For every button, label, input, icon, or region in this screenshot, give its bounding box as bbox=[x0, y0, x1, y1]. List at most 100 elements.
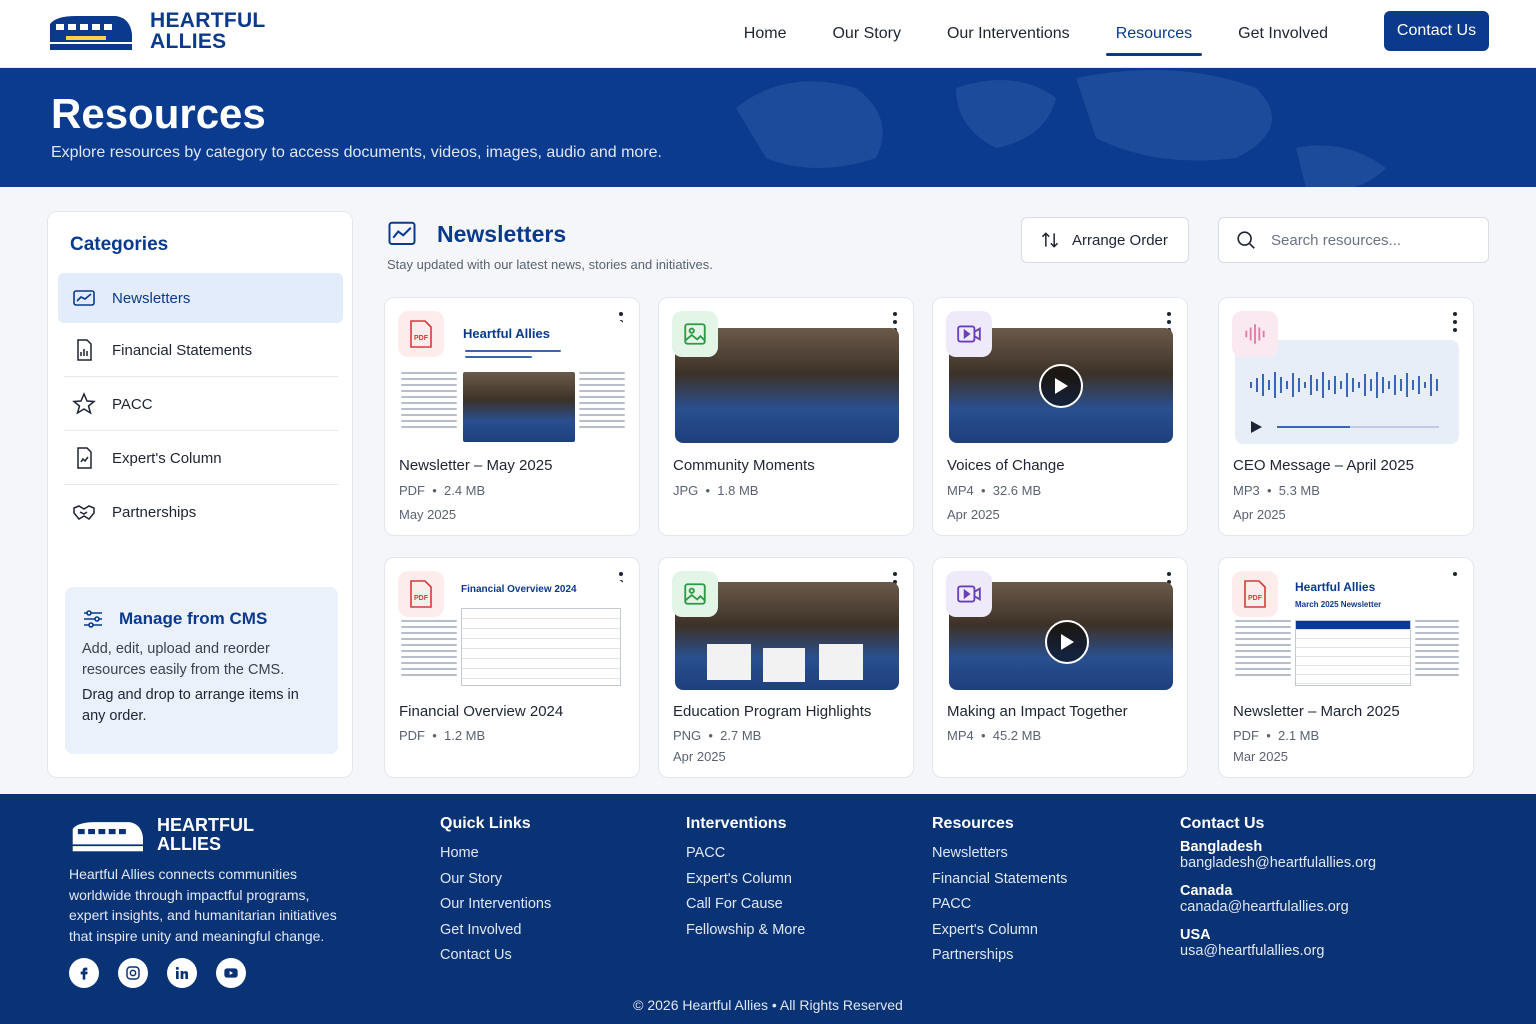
resource-card[interactable]: PDF Financial Overview 2024 Financial Ov… bbox=[384, 557, 640, 778]
nav-home[interactable]: Home bbox=[742, 0, 789, 68]
main-nav: Home Our Story Our Interventions Resourc… bbox=[742, 0, 1330, 68]
footer-link[interactable]: Call For Cause bbox=[686, 892, 805, 918]
card-meta: PDF • 1.2 MB bbox=[399, 728, 486, 743]
copyright-text: © 2026 Heartful Allies • All Rights Rese… bbox=[633, 997, 903, 1013]
category-partnerships[interactable]: Partnerships bbox=[58, 487, 343, 537]
footer-interventions: Interventions PACC Expert's Column Call … bbox=[686, 815, 805, 943]
pdf-badge-icon: PDF bbox=[1232, 571, 1278, 617]
instagram-icon[interactable] bbox=[118, 958, 148, 988]
arrange-order-button[interactable]: Arrange Order bbox=[1021, 217, 1189, 263]
search-box bbox=[1218, 217, 1489, 263]
resource-card[interactable]: PDF Heartful Allies March 2025 Newslette… bbox=[1218, 557, 1474, 778]
more-options-icon[interactable] bbox=[1451, 312, 1459, 332]
pdf-badge-icon: PDF bbox=[398, 571, 444, 617]
footer-link[interactable]: Contact Us bbox=[440, 943, 551, 969]
card-title: Community Moments bbox=[673, 457, 815, 474]
newsletter-chart-icon bbox=[388, 221, 416, 245]
footer-link[interactable]: Financial Statements bbox=[932, 867, 1067, 893]
svg-text:PDF: PDF bbox=[414, 335, 429, 342]
resource-card[interactable]: Making an Impact Together MP4 • 45.2 MB bbox=[932, 557, 1188, 778]
footer-link[interactable]: PACC bbox=[686, 841, 805, 867]
youtube-icon[interactable] bbox=[216, 958, 246, 988]
resource-card[interactable]: Community Moments JPG • 1.8 MB bbox=[658, 297, 914, 536]
cms-info-box: Manage from CMS Add, edit, upload and re… bbox=[65, 587, 338, 754]
footer-link[interactable]: Expert's Column bbox=[686, 867, 805, 893]
play-icon[interactable] bbox=[1045, 620, 1089, 664]
card-title: Financial Overview 2024 bbox=[399, 703, 564, 720]
footer-link[interactable]: Expert's Column bbox=[932, 918, 1067, 944]
card-date: Apr 2025 bbox=[673, 749, 726, 764]
card-meta: MP4 • 45.2 MB bbox=[947, 728, 1042, 743]
report-icon bbox=[77, 339, 92, 361]
footer-resources: Resources Newsletters Financial Statemen… bbox=[932, 815, 1067, 969]
contact-email[interactable]: bangladesh@heartfulallies.org bbox=[1180, 855, 1376, 871]
footer-quick-links: Quick Links Home Our Story Our Intervent… bbox=[440, 815, 551, 969]
play-icon[interactable] bbox=[1039, 364, 1083, 408]
audio-badge-icon bbox=[1232, 311, 1278, 357]
card-title: Newsletter – May 2025 bbox=[399, 457, 553, 474]
svg-text:PDF: PDF bbox=[1248, 595, 1263, 602]
cms-drag-hint: Drag and drop to arrange items in any or… bbox=[82, 687, 299, 724]
nav-resources[interactable]: Resources bbox=[1105, 0, 1203, 68]
mail-chart-icon bbox=[73, 290, 95, 306]
contact-us-button[interactable]: Contact Us bbox=[1384, 11, 1489, 51]
card-date: Mar 2025 bbox=[1233, 749, 1288, 764]
footer-link[interactable]: Fellowship & More bbox=[686, 918, 805, 944]
resource-card[interactable]: PDF Heartful Allies Newsletter – May 202… bbox=[384, 297, 640, 536]
category-experts-column[interactable]: Expert's Column bbox=[58, 433, 343, 483]
card-meta: MP3 • 5.3 MB bbox=[1233, 483, 1320, 498]
nav-get-involved[interactable]: Get Involved bbox=[1236, 0, 1330, 68]
footer-link[interactable]: Get Involved bbox=[440, 918, 551, 944]
audio-progress-bar[interactable] bbox=[1277, 426, 1439, 428]
card-title: Education Program Highlights bbox=[673, 703, 872, 720]
world-map-graphic bbox=[736, 70, 1386, 187]
cms-title: Manage from CMS bbox=[81, 607, 267, 631]
footer-contact: Contact Us Bangladesh bangladesh@heartfu… bbox=[1180, 815, 1377, 959]
resource-card[interactable]: Education Program Highlights PNG • 2.7 M… bbox=[658, 557, 914, 778]
video-badge-icon bbox=[946, 571, 992, 617]
contact-region: Canada bbox=[1180, 883, 1233, 899]
search-input[interactable] bbox=[1271, 231, 1471, 249]
social-links bbox=[69, 958, 246, 988]
facebook-icon[interactable] bbox=[69, 958, 99, 988]
section-header: Newsletters bbox=[387, 219, 566, 249]
footer-link[interactable]: Partnerships bbox=[932, 943, 1067, 969]
categories-sidebar: Categories Newsletters Financial Stateme… bbox=[47, 211, 353, 778]
nav-our-story[interactable]: Our Story bbox=[830, 0, 902, 68]
footer-link[interactable]: Newsletters bbox=[932, 841, 1067, 867]
resource-card[interactable]: Voices of Change MP4 • 32.6 MB Apr 2025 bbox=[932, 297, 1188, 536]
footer-link[interactable]: Home bbox=[440, 841, 551, 867]
play-icon[interactable] bbox=[1249, 420, 1263, 434]
cms-description: Add, edit, upload and reorder resources … bbox=[82, 641, 285, 678]
footer-logo[interactable]: HEARTFUL ALLIES bbox=[69, 816, 254, 854]
brand-logo[interactable]: HEARTFUL ALLIES bbox=[46, 10, 266, 52]
footer-about: Heartful Allies connects communities wor… bbox=[69, 866, 337, 944]
card-title: Making an Impact Together bbox=[947, 703, 1128, 720]
handshake-icon bbox=[73, 505, 95, 520]
resource-card[interactable]: CEO Message – April 2025 MP3 • 5.3 MB Ap… bbox=[1218, 297, 1474, 536]
footer-link[interactable]: PACC bbox=[932, 892, 1067, 918]
svg-text:PDF: PDF bbox=[414, 595, 429, 602]
site-footer: HEARTFUL ALLIES Heartful Allies connects… bbox=[0, 794, 1536, 1024]
contact-email[interactable]: usa@heartfulallies.org bbox=[1180, 943, 1376, 959]
category-financial-statements[interactable]: Financial Statements bbox=[58, 325, 343, 375]
page-title: Resources bbox=[51, 90, 266, 137]
card-title: Newsletter – March 2025 bbox=[1233, 703, 1400, 720]
category-pacc[interactable]: PACC bbox=[58, 379, 343, 429]
category-newsletters[interactable]: Newsletters bbox=[58, 273, 343, 323]
footer-link[interactable]: Our Story bbox=[440, 867, 551, 893]
train-logo-icon bbox=[50, 16, 132, 50]
footer-link[interactable]: Our Interventions bbox=[440, 892, 551, 918]
card-title: Voices of Change bbox=[947, 457, 1065, 474]
contact-email[interactable]: canada@heartfulallies.org bbox=[1180, 899, 1376, 915]
categories-heading: Categories bbox=[70, 234, 169, 255]
contact-region: Bangladesh bbox=[1180, 839, 1263, 855]
pdf-badge-icon: PDF bbox=[398, 311, 444, 357]
nav-our-interventions[interactable]: Our Interventions bbox=[945, 0, 1072, 68]
linkedin-icon[interactable] bbox=[167, 958, 197, 988]
waveform-graphic bbox=[1250, 372, 1438, 398]
star-icon bbox=[72, 392, 96, 415]
image-badge-icon bbox=[672, 311, 718, 357]
contact-region: USA bbox=[1180, 927, 1211, 943]
train-logo-icon bbox=[72, 822, 143, 852]
